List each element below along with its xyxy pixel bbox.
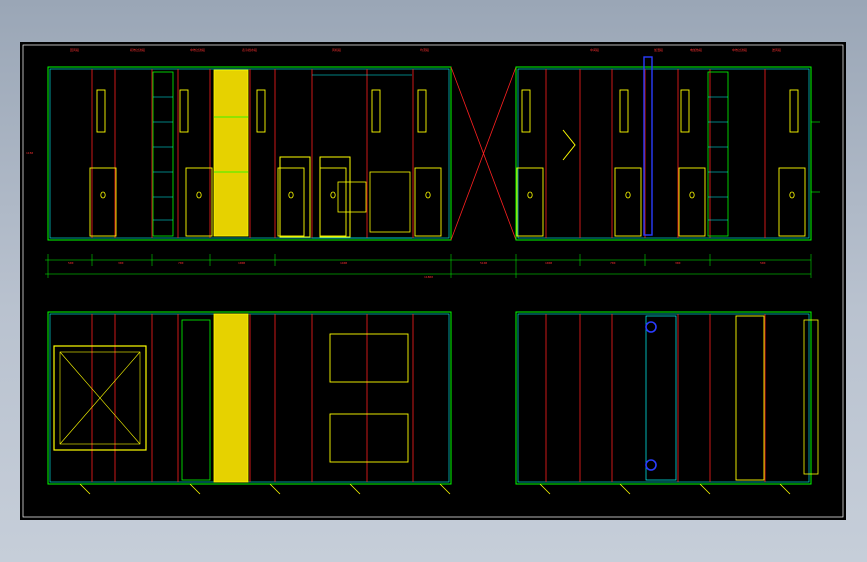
- label-electric-heater: 电加热段: [690, 47, 702, 52]
- cad-drawing-canvas: 回风段 初效过滤段 中效过滤段 表冷挡水段 风机段 均流段 中间段 加湿段 电加…: [20, 42, 846, 520]
- break-cross: [450, 66, 517, 241]
- support-leg: [779, 483, 791, 495]
- top-labels-left: 回风段 初效过滤段 中效过滤段 表冷挡水段 风机段 均流段: [70, 47, 429, 52]
- door-handle: [789, 191, 795, 199]
- window-slot: [256, 89, 266, 133]
- dim-4: 1000: [238, 261, 245, 265]
- top-labels-right: 中间段 加湿段 电加热段 中效过滤段 送风段: [590, 47, 781, 52]
- label-primary-filter: 初效过滤段: [130, 47, 145, 52]
- cooling-coil: [213, 69, 249, 237]
- support-leg: [439, 483, 451, 495]
- top-right-elevation: [515, 56, 820, 241]
- dim-8: 700: [610, 261, 616, 265]
- access-door: [516, 167, 544, 237]
- dim-2: 300: [118, 261, 124, 265]
- dim-9: 300: [675, 261, 681, 265]
- dim-5: 1400: [340, 261, 347, 265]
- support-leg: [269, 483, 281, 495]
- access-door: [414, 167, 442, 237]
- window-slot: [417, 89, 427, 133]
- door-handle: [196, 191, 202, 199]
- door-handle: [689, 191, 695, 199]
- access-door: [277, 167, 305, 237]
- window-slot: [179, 89, 189, 133]
- support-leg: [619, 483, 631, 495]
- support-leg: [349, 483, 361, 495]
- label-supply-air: 送风段: [772, 47, 781, 52]
- bottom-left-plan: [47, 311, 452, 485]
- total-length-label: 11800: [424, 275, 433, 279]
- label-humidifier: 加湿段: [654, 47, 663, 52]
- door-handle: [625, 191, 631, 199]
- window-slot: [521, 89, 531, 133]
- bottom-right-plan: [515, 311, 819, 485]
- door-handle: [288, 191, 294, 199]
- label-cooling-coil: 表冷挡水段: [242, 47, 257, 52]
- window-slot: [619, 89, 629, 133]
- door-handle: [330, 191, 336, 199]
- label-fan-section: 风机段: [332, 47, 341, 52]
- access-door: [185, 167, 213, 237]
- cad-drawing: 回风段 初效过滤段 中效过滤段 表冷挡水段 风机段 均流段 中间段 加湿段 电加…: [22, 44, 844, 518]
- dim-10: 500: [760, 261, 766, 265]
- section-lines-tl: [91, 69, 414, 238]
- support-leg: [699, 483, 711, 495]
- label-equalizing: 均流段: [420, 47, 429, 52]
- top-left-elevation: [47, 66, 452, 241]
- window-slot: [680, 89, 690, 133]
- access-door: [614, 167, 642, 237]
- section-lines-tr: [545, 69, 766, 238]
- support-leg: [189, 483, 201, 495]
- door-handle: [527, 191, 533, 199]
- access-door: [319, 167, 347, 237]
- access-door: [778, 167, 806, 237]
- access-door: [678, 167, 706, 237]
- dim-6: 5100: [480, 261, 487, 265]
- window-slot: [789, 89, 799, 133]
- label-medium-filter: 中效过滤段: [190, 47, 205, 52]
- window-slot: [96, 89, 106, 133]
- dim-7: 1000: [545, 261, 552, 265]
- dim-3: 700: [178, 261, 184, 265]
- label-middle-section: 中间段: [590, 47, 599, 52]
- label-return-air: 回风段: [70, 47, 79, 52]
- label-medium-filter-2: 中效过滤段: [732, 47, 747, 52]
- window-slot: [371, 89, 381, 133]
- support-leg: [79, 483, 91, 495]
- support-leg: [539, 483, 551, 495]
- door-handle: [425, 191, 431, 199]
- door-handle: [100, 191, 106, 199]
- dim-1: 500: [68, 261, 74, 265]
- access-door: [89, 167, 117, 237]
- side-dimension: 1150: [26, 151, 33, 155]
